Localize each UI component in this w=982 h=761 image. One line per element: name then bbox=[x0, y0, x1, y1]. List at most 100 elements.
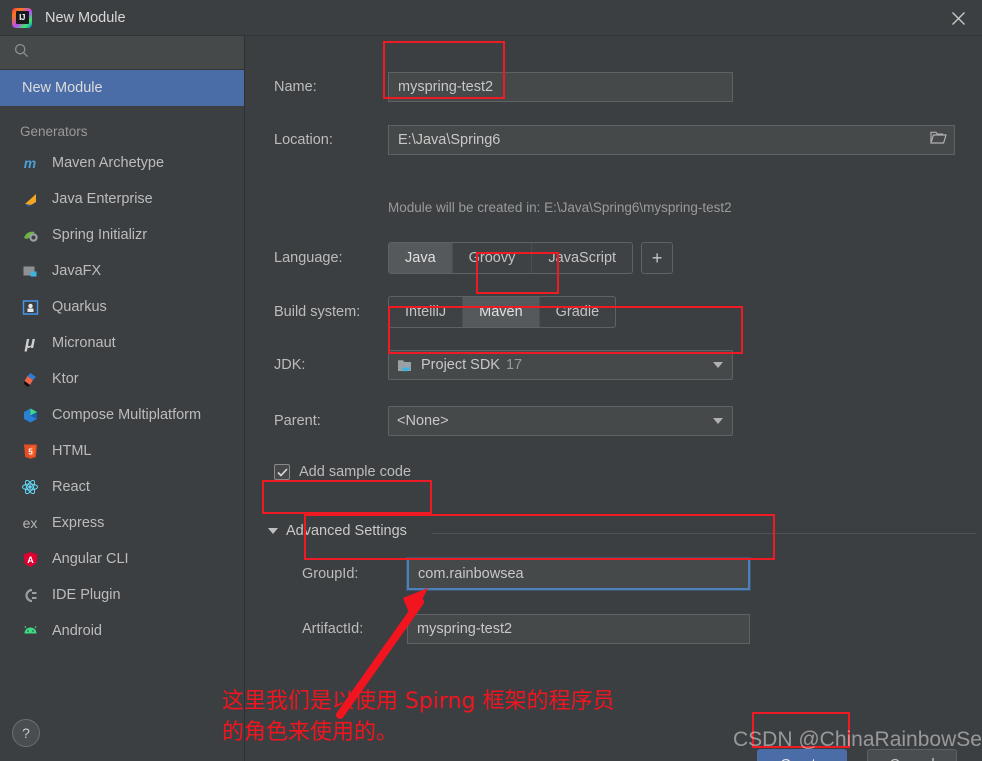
location-field-wrapper bbox=[388, 125, 955, 155]
micronaut-icon: μ bbox=[24, 333, 36, 352]
name-label: Name: bbox=[274, 79, 317, 95]
svg-text:A: A bbox=[27, 555, 34, 565]
dialog-title: New Module bbox=[45, 9, 126, 26]
build-system-option-gradle[interactable]: Gradle bbox=[540, 297, 616, 327]
spring-icon bbox=[20, 225, 40, 245]
folder-icon[interactable] bbox=[930, 131, 947, 150]
help-button[interactable]: ? bbox=[12, 719, 40, 747]
sidebar-item-javafx[interactable]: JavaFX bbox=[0, 253, 244, 289]
language-segmented-control: Java Groovy JavaScript bbox=[388, 242, 634, 274]
jdk-value: Project SDK bbox=[421, 357, 500, 373]
create-button[interactable]: Create bbox=[757, 749, 847, 761]
chevron-down-icon bbox=[268, 528, 278, 534]
build-system-row: Build system: IntelliJ Maven Gradle bbox=[274, 296, 617, 328]
artifact-id-row: ArtifactId: bbox=[302, 614, 750, 644]
language-option-javascript[interactable]: JavaScript bbox=[532, 243, 632, 273]
sidebar-item-label: HTML bbox=[52, 443, 92, 459]
sidebar-item-label: Java Enterprise bbox=[52, 191, 153, 207]
parent-row: Parent: <None> bbox=[274, 406, 733, 436]
add-sample-code-checkbox[interactable] bbox=[274, 464, 290, 480]
artifact-id-label: ArtifactId: bbox=[302, 621, 364, 637]
svg-text:5: 5 bbox=[28, 447, 33, 456]
compose-icon bbox=[20, 405, 40, 425]
sidebar-item-spring-initializr[interactable]: Spring Initializr bbox=[0, 217, 244, 253]
jdk-folder-icon bbox=[397, 358, 414, 373]
sidebar-item-label: Ktor bbox=[52, 371, 79, 387]
location-hint-row: Module will be created in: E:\Java\Sprin… bbox=[388, 200, 732, 215]
group-id-label: GroupId: bbox=[302, 566, 359, 582]
sidebar-item-compose-multiplatform[interactable]: Compose Multiplatform bbox=[0, 397, 244, 433]
chevron-down-icon bbox=[713, 418, 723, 424]
intellij-logo-text: IJ bbox=[15, 11, 29, 24]
jdk-version: 17 bbox=[505, 357, 523, 373]
sidebar-item-maven-archetype[interactable]: m Maven Archetype bbox=[0, 145, 244, 181]
name-input[interactable] bbox=[388, 72, 733, 102]
artifact-id-input[interactable] bbox=[407, 614, 750, 644]
generators-section-label: Generators bbox=[20, 124, 88, 139]
sidebar-item-quarkus[interactable]: Quarkus bbox=[0, 289, 244, 325]
language-label: Language: bbox=[274, 250, 343, 266]
group-id-input[interactable] bbox=[407, 558, 750, 590]
advanced-settings-toggle[interactable]: Advanced Settings bbox=[268, 523, 407, 539]
sidebar: New Module Generators m Maven Archetype … bbox=[0, 36, 245, 761]
sidebar-item-new-module[interactable]: New Module bbox=[0, 70, 244, 106]
sidebar-item-ide-plugin[interactable]: IDE Plugin bbox=[0, 577, 244, 613]
search-input[interactable] bbox=[37, 44, 221, 61]
sidebar-item-react[interactable]: React bbox=[0, 469, 244, 505]
sidebar-item-micronaut[interactable]: μ Micronaut bbox=[0, 325, 244, 361]
group-id-row: GroupId: bbox=[302, 558, 750, 590]
sidebar-item-label: Maven Archetype bbox=[52, 155, 165, 171]
sidebar-item-label: JavaFX bbox=[52, 263, 102, 279]
sidebar-item-html[interactable]: 5 HTML bbox=[0, 433, 244, 469]
sidebar-item-android[interactable]: Android bbox=[0, 613, 244, 649]
location-row: Location: bbox=[274, 125, 955, 155]
parent-combobox[interactable]: <None> bbox=[388, 406, 733, 436]
sidebar-item-java-enterprise[interactable]: Java Enterprise bbox=[0, 181, 244, 217]
parent-label: Parent: bbox=[274, 413, 321, 429]
quarkus-icon bbox=[20, 297, 40, 317]
jdk-combobox[interactable]: Project SDK 17 bbox=[388, 350, 733, 380]
maven-icon: m bbox=[23, 155, 37, 171]
parent-value: <None> bbox=[397, 413, 449, 429]
new-module-dialog: IJ New Module New Module Generators m Ma… bbox=[0, 0, 982, 761]
build-system-segmented-control: IntelliJ Maven Gradle bbox=[388, 296, 617, 328]
build-system-option-maven[interactable]: Maven bbox=[463, 297, 540, 327]
jdk-row: JDK: Project SDK 17 bbox=[274, 350, 733, 380]
sidebar-item-label: IDE Plugin bbox=[52, 587, 121, 603]
location-hint: Module will be created in: E:\Java\Sprin… bbox=[388, 200, 732, 215]
generator-search-box[interactable] bbox=[0, 36, 244, 70]
sidebar-item-ktor[interactable]: Ktor bbox=[0, 361, 244, 397]
footer-buttons: Create Cancel bbox=[757, 749, 957, 761]
search-icon bbox=[14, 43, 29, 63]
javafx-icon bbox=[20, 261, 40, 281]
cancel-button[interactable]: Cancel bbox=[867, 749, 957, 761]
advanced-settings-label: Advanced Settings bbox=[286, 523, 407, 539]
sidebar-item-angular-cli[interactable]: A Angular CLI bbox=[0, 541, 244, 577]
android-icon bbox=[20, 621, 40, 641]
sidebar-item-label: New Module bbox=[22, 80, 103, 96]
advanced-settings-divider bbox=[432, 533, 976, 534]
ide-plugin-icon bbox=[20, 585, 40, 605]
language-option-java[interactable]: Java bbox=[389, 243, 453, 273]
sidebar-item-express[interactable]: ex Express bbox=[0, 505, 244, 541]
html5-icon: 5 bbox=[20, 441, 40, 461]
name-row: Name: bbox=[274, 72, 733, 102]
sidebar-item-label: Micronaut bbox=[52, 335, 116, 351]
dialog-titlebar: IJ New Module bbox=[0, 0, 982, 36]
add-sample-code-row[interactable]: Add sample code bbox=[274, 464, 411, 480]
sidebar-item-label: Angular CLI bbox=[52, 551, 129, 567]
module-form: Name: Location: Module will be created i… bbox=[246, 36, 982, 761]
close-icon[interactable] bbox=[934, 0, 982, 36]
angular-icon: A bbox=[20, 549, 40, 569]
sidebar-item-label: Quarkus bbox=[52, 299, 107, 315]
chevron-down-icon bbox=[713, 362, 723, 368]
add-sample-code-label: Add sample code bbox=[299, 464, 412, 480]
ktor-icon bbox=[20, 369, 40, 389]
location-input[interactable] bbox=[388, 125, 955, 155]
build-system-label: Build system: bbox=[274, 304, 361, 320]
language-option-groovy[interactable]: Groovy bbox=[453, 243, 533, 273]
react-icon bbox=[20, 477, 40, 497]
add-language-button[interactable]: + bbox=[641, 242, 674, 274]
build-system-option-intellij[interactable]: IntelliJ bbox=[389, 297, 464, 327]
intellij-logo-icon: IJ bbox=[12, 7, 32, 28]
